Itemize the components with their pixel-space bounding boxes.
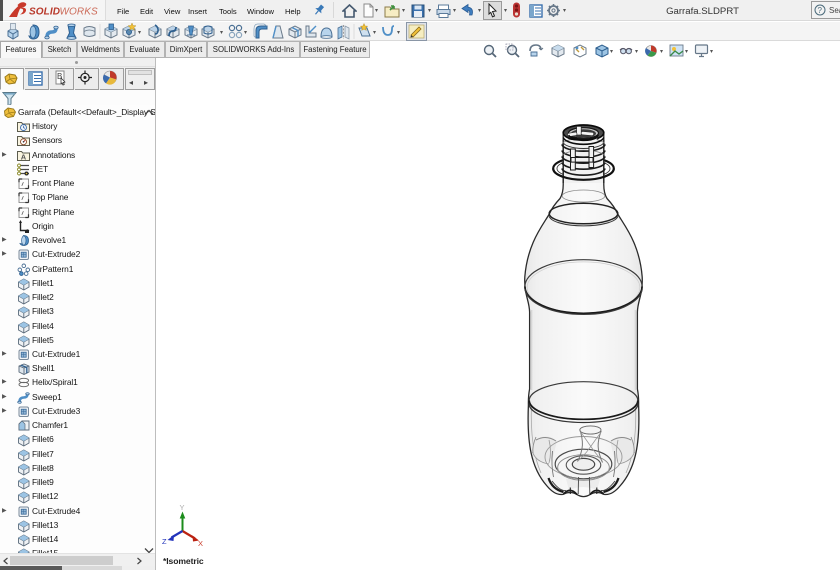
svg-text:▾: ▾ [397, 30, 400, 36]
svg-text:▾: ▾ [220, 30, 223, 36]
svg-text:Z: Z [162, 537, 167, 546]
svg-text:SOLID: SOLID [29, 7, 60, 18]
svg-text:X: X [198, 539, 203, 548]
svg-text:▾: ▾ [138, 30, 141, 36]
svg-text:WORKS: WORKS [60, 7, 99, 18]
svg-text:?: ? [818, 6, 823, 15]
svg-text:Y: Y [180, 503, 185, 512]
svg-text:▾: ▾ [244, 30, 247, 36]
svg-text:▾: ▾ [373, 30, 376, 36]
